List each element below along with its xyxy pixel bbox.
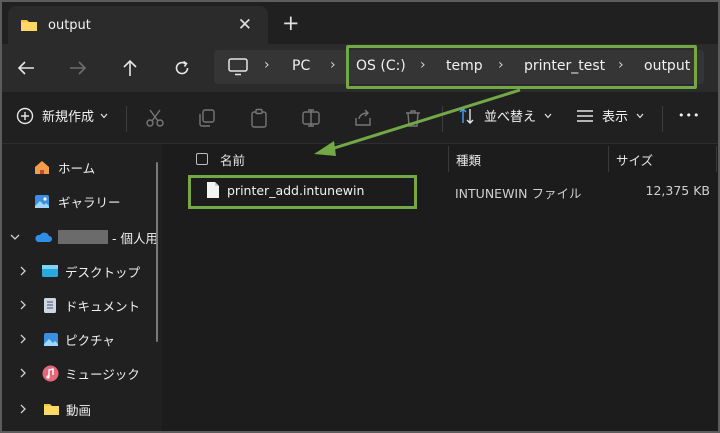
new-button[interactable]: 新規作成 bbox=[16, 106, 108, 125]
sort-button[interactable]: 並べ替え bbox=[458, 106, 552, 125]
sidebar-item-label: 動画 bbox=[66, 402, 92, 418]
file-type: INTUNEWIN ファイル bbox=[455, 186, 582, 201]
file-highlight-box bbox=[188, 175, 417, 209]
up-arrow-icon bbox=[123, 59, 137, 76]
pictures-icon bbox=[44, 332, 58, 346]
checkbox-icon bbox=[196, 153, 208, 165]
sidebar-item-music[interactable]: ミュージック bbox=[2, 359, 140, 387]
back-button[interactable] bbox=[14, 56, 38, 80]
new-tab-icon[interactable]: + bbox=[282, 12, 300, 34]
column-header-size[interactable]: サイズ bbox=[616, 146, 653, 172]
cut-icon[interactable] bbox=[145, 108, 165, 128]
back-arrow-icon bbox=[17, 61, 34, 75]
chevron-down-icon bbox=[636, 113, 644, 118]
share-icon[interactable] bbox=[353, 108, 373, 128]
refresh-icon bbox=[175, 60, 189, 75]
tab-title: output bbox=[48, 17, 91, 33]
address-highlight-box bbox=[346, 45, 697, 89]
monitor-icon bbox=[228, 58, 248, 76]
view-button[interactable]: 表示 bbox=[576, 106, 644, 125]
new-button-label: 新規作成 bbox=[42, 110, 95, 125]
sidebar-item-videos[interactable]: 動画 bbox=[2, 395, 91, 423]
redacted-account-name bbox=[58, 230, 108, 244]
chevron-down-icon bbox=[544, 113, 552, 118]
copy-icon[interactable] bbox=[197, 108, 217, 128]
home-icon bbox=[35, 160, 49, 174]
more-options-button[interactable]: ••• bbox=[678, 109, 700, 122]
list-view-icon bbox=[577, 109, 593, 122]
sidebar-scrollbar[interactable] bbox=[156, 162, 158, 342]
chevron-right-icon bbox=[20, 266, 26, 276]
sidebar-item-label: ギャラリー bbox=[58, 194, 121, 210]
sidebar-item-label: - 個人用 bbox=[112, 230, 158, 246]
folder-icon bbox=[21, 20, 37, 31]
gallery-icon bbox=[35, 194, 49, 208]
sidebar-item-label: ホーム bbox=[58, 160, 96, 176]
folder-icon bbox=[44, 404, 59, 415]
tab-output[interactable]: output ✕ bbox=[8, 6, 268, 44]
sidebar-item-pictures[interactable]: ピクチャ bbox=[2, 325, 115, 353]
toolbar-divider bbox=[442, 106, 443, 132]
sidebar-item-label: ピクチャ bbox=[65, 332, 115, 348]
sidebar-item-gallery[interactable]: ギャラリー bbox=[2, 187, 121, 215]
column-header-type[interactable]: 種類 bbox=[456, 146, 481, 172]
desktop-icon bbox=[42, 265, 58, 277]
sidebar-item-home[interactable]: ホーム bbox=[2, 153, 95, 181]
paste-icon[interactable] bbox=[249, 108, 269, 128]
sort-arrows-icon bbox=[459, 107, 474, 124]
sidebar-item-label: ドキュメント bbox=[65, 298, 141, 314]
forward-button[interactable] bbox=[66, 56, 90, 80]
sidebar-item-label: デスクトップ bbox=[65, 264, 141, 280]
chevron-right-icon bbox=[20, 300, 26, 310]
plus-circle-icon bbox=[16, 107, 34, 124]
chevron-down-icon bbox=[10, 234, 20, 240]
column-divider[interactable] bbox=[716, 146, 717, 172]
rename-icon[interactable] bbox=[301, 108, 321, 128]
close-tab-icon[interactable]: ✕ bbox=[238, 15, 252, 35]
delete-icon[interactable] bbox=[403, 108, 423, 128]
navigation-pane: ホーム ギャラリー - 個人用 デスクトップ ドキュメント ピクチャ ミュージッ… bbox=[2, 144, 162, 431]
breadcrumb-pc[interactable]: PC bbox=[292, 58, 310, 74]
tab-bar: output ✕ + bbox=[2, 2, 718, 44]
chevron-right-icon bbox=[20, 404, 26, 414]
view-button-label: 表示 bbox=[602, 110, 629, 125]
sidebar-item-documents[interactable]: ドキュメント bbox=[2, 291, 140, 319]
forward-arrow-icon bbox=[70, 61, 87, 75]
sort-button-label: 並べ替え bbox=[484, 110, 537, 125]
column-divider[interactable] bbox=[448, 146, 449, 172]
chevron-down-icon bbox=[100, 113, 108, 118]
sidebar-item-label: ミュージック bbox=[65, 366, 140, 382]
refresh-button[interactable] bbox=[170, 56, 194, 80]
chevron-right-icon bbox=[20, 368, 26, 378]
breadcrumb-separator: › bbox=[330, 57, 336, 73]
up-button[interactable] bbox=[118, 56, 142, 80]
select-all-checkbox[interactable] bbox=[196, 146, 208, 172]
command-bar: 新規作成 並べ替え 表示 ••• bbox=[2, 92, 718, 144]
cloud-icon bbox=[35, 232, 52, 242]
breadcrumb-separator: › bbox=[264, 57, 270, 73]
chevron-right-icon bbox=[20, 334, 26, 344]
toolbar-divider bbox=[126, 106, 127, 132]
document-icon bbox=[44, 297, 56, 313]
file-size: 12,375 KB bbox=[645, 183, 710, 198]
column-divider[interactable] bbox=[608, 146, 609, 172]
toolbar-divider bbox=[662, 106, 663, 132]
sidebar-item-desktop[interactable]: デスクトップ bbox=[2, 257, 140, 285]
column-header-name[interactable]: 名前 bbox=[220, 146, 245, 172]
sidebar-item-onedrive[interactable]: - 個人用 bbox=[2, 223, 158, 251]
music-icon bbox=[42, 365, 59, 381]
